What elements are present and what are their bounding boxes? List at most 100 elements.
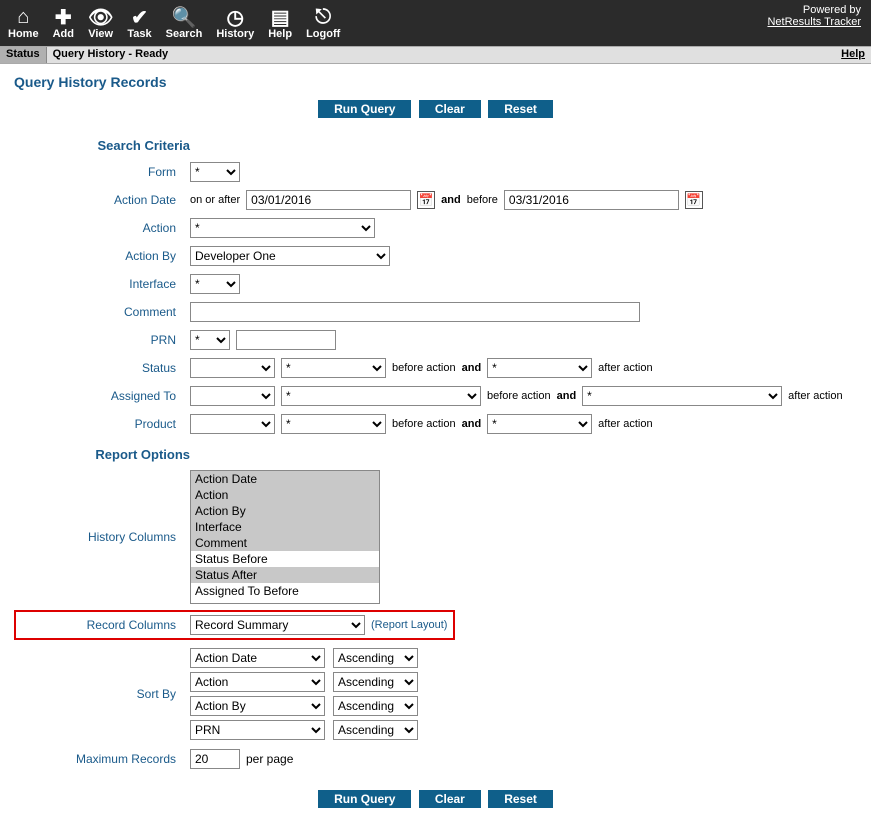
per-page-text: per page — [246, 752, 293, 766]
status-bar: Status Query History - Ready Help — [0, 46, 871, 64]
record-columns-label: Record Columns — [16, 618, 190, 632]
status-and-text: and — [462, 362, 482, 374]
reset-button[interactable]: Reset — [488, 790, 553, 808]
action-by-label: Action By — [14, 249, 190, 263]
status-help-link[interactable]: Help — [835, 47, 871, 63]
before-text: before — [467, 194, 498, 206]
status-before-val[interactable]: * — [281, 358, 386, 378]
form-label: Form — [14, 165, 190, 179]
action-date-label: Action Date — [14, 193, 190, 207]
assigned-after-val[interactable]: * — [582, 386, 782, 406]
listbox-option[interactable]: Status After — [191, 567, 379, 583]
search-button[interactable]: 🔍Search — [166, 6, 203, 40]
add-button[interactable]: ✚Add — [53, 6, 74, 40]
assigned-after-text: after action — [788, 390, 842, 402]
status-before-op[interactable] — [190, 358, 275, 378]
assigned-to-label: Assigned To — [14, 389, 190, 403]
main-toolbar: ⌂Home ✚Add 👁View ✔Task 🔍Search ◷History … — [0, 0, 871, 46]
product-label: Product — [14, 417, 190, 431]
powered-by-text: Powered by — [767, 4, 861, 16]
interface-label: Interface — [14, 277, 190, 291]
action-select[interactable]: * — [190, 218, 375, 238]
top-button-row: Run Query Clear Reset — [14, 100, 857, 118]
product-link[interactable]: NetResults Tracker — [767, 16, 861, 28]
status-label: Status — [14, 361, 190, 375]
house-icon: ⌂ — [17, 6, 29, 28]
help-button[interactable]: ▤Help — [268, 6, 292, 40]
product-after-val[interactable]: * — [487, 414, 592, 434]
listbox-option[interactable]: Interface — [191, 519, 379, 535]
product-before-text: before action — [392, 418, 456, 430]
run-query-button[interactable]: Run Query — [318, 100, 411, 118]
logoff-icon: ⎋ — [315, 6, 331, 28]
date-to-input[interactable] — [504, 190, 679, 210]
sort-field-4[interactable]: PRN — [190, 720, 325, 740]
product-before-val[interactable]: * — [281, 414, 386, 434]
action-label: Action — [14, 221, 190, 235]
run-query-button[interactable]: Run Query — [318, 790, 411, 808]
report-options-heading: Report Options — [14, 441, 190, 470]
assigned-before-op[interactable] — [190, 386, 275, 406]
page-title: Query History Records — [14, 74, 857, 90]
listbox-option[interactable]: Comment — [191, 535, 379, 551]
record-columns-select[interactable]: Record Summary — [190, 615, 365, 635]
view-button[interactable]: 👁View — [88, 6, 113, 40]
product-before-op[interactable] — [190, 414, 275, 434]
sort-dir-3[interactable]: Ascending — [333, 696, 418, 716]
calendar-icon[interactable]: 📅 — [685, 191, 703, 209]
check-icon: ✔ — [131, 6, 148, 28]
product-after-text: after action — [598, 418, 652, 430]
sort-field-3[interactable]: Action By — [190, 696, 325, 716]
history-button[interactable]: ◷History — [216, 6, 254, 40]
date-and-text: and — [441, 194, 461, 206]
listbox-option[interactable]: Assigned To Before — [191, 583, 379, 599]
sort-by-label: Sort By — [14, 687, 190, 701]
record-columns-highlight: Record Columns Record Summary (Report La… — [14, 610, 455, 640]
status-before-text: before action — [392, 362, 456, 374]
calendar-icon[interactable]: 📅 — [417, 191, 435, 209]
sort-dir-1[interactable]: Ascending — [333, 648, 418, 668]
assigned-and-text: and — [557, 390, 577, 402]
logoff-button[interactable]: ⎋Logoff — [306, 6, 340, 40]
toolbar-branding: Powered by NetResults Tracker — [767, 4, 861, 28]
clock-icon: ◷ — [227, 6, 244, 28]
listbox-option[interactable]: Action By — [191, 503, 379, 519]
sort-field-2[interactable]: Action — [190, 672, 325, 692]
assigned-before-text: before action — [487, 390, 551, 402]
eye-icon: 👁 — [88, 6, 113, 28]
sort-dir-4[interactable]: Ascending — [333, 720, 418, 740]
task-button[interactable]: ✔Task — [127, 6, 151, 40]
max-records-label: Maximum Records — [14, 752, 190, 766]
plus-icon: ✚ — [55, 6, 72, 28]
status-after-text: after action — [598, 362, 652, 374]
status-after-val[interactable]: * — [487, 358, 592, 378]
report-layout-link[interactable]: (Report Layout) — [371, 619, 447, 631]
sort-dir-2[interactable]: Ascending — [333, 672, 418, 692]
max-records-input[interactable] — [190, 749, 240, 769]
action-by-select[interactable]: Developer One — [190, 246, 390, 266]
listbox-option[interactable]: Status Before — [191, 551, 379, 567]
prn-input[interactable] — [236, 330, 336, 350]
date-from-input[interactable] — [246, 190, 411, 210]
clear-button[interactable]: Clear — [419, 790, 481, 808]
on-or-after-text: on or after — [190, 194, 240, 206]
bottom-button-row: Run Query Clear Reset — [14, 790, 857, 808]
search-criteria-heading: Search Criteria — [14, 132, 190, 161]
home-button[interactable]: ⌂Home — [8, 6, 39, 40]
clear-button[interactable]: Clear — [419, 100, 481, 118]
form-select[interactable]: * — [190, 162, 240, 182]
prn-op-select[interactable]: * — [190, 330, 230, 350]
interface-select[interactable]: * — [190, 274, 240, 294]
product-and-text: and — [462, 418, 482, 430]
sort-grid: Action Date Ascending Action Ascending A… — [190, 648, 418, 740]
sort-field-1[interactable]: Action Date — [190, 648, 325, 668]
listbox-option[interactable]: Action — [191, 487, 379, 503]
status-chip: Status — [0, 47, 47, 63]
reset-button[interactable]: Reset — [488, 100, 553, 118]
history-columns-listbox[interactable]: Action DateActionAction ByInterfaceComme… — [190, 470, 380, 604]
comment-input[interactable] — [190, 302, 640, 322]
assigned-before-val[interactable]: * — [281, 386, 481, 406]
search-icon: 🔍 — [172, 6, 197, 28]
listbox-option[interactable]: Action Date — [191, 471, 379, 487]
page-body: Query History Records Run Query Clear Re… — [0, 64, 871, 832]
